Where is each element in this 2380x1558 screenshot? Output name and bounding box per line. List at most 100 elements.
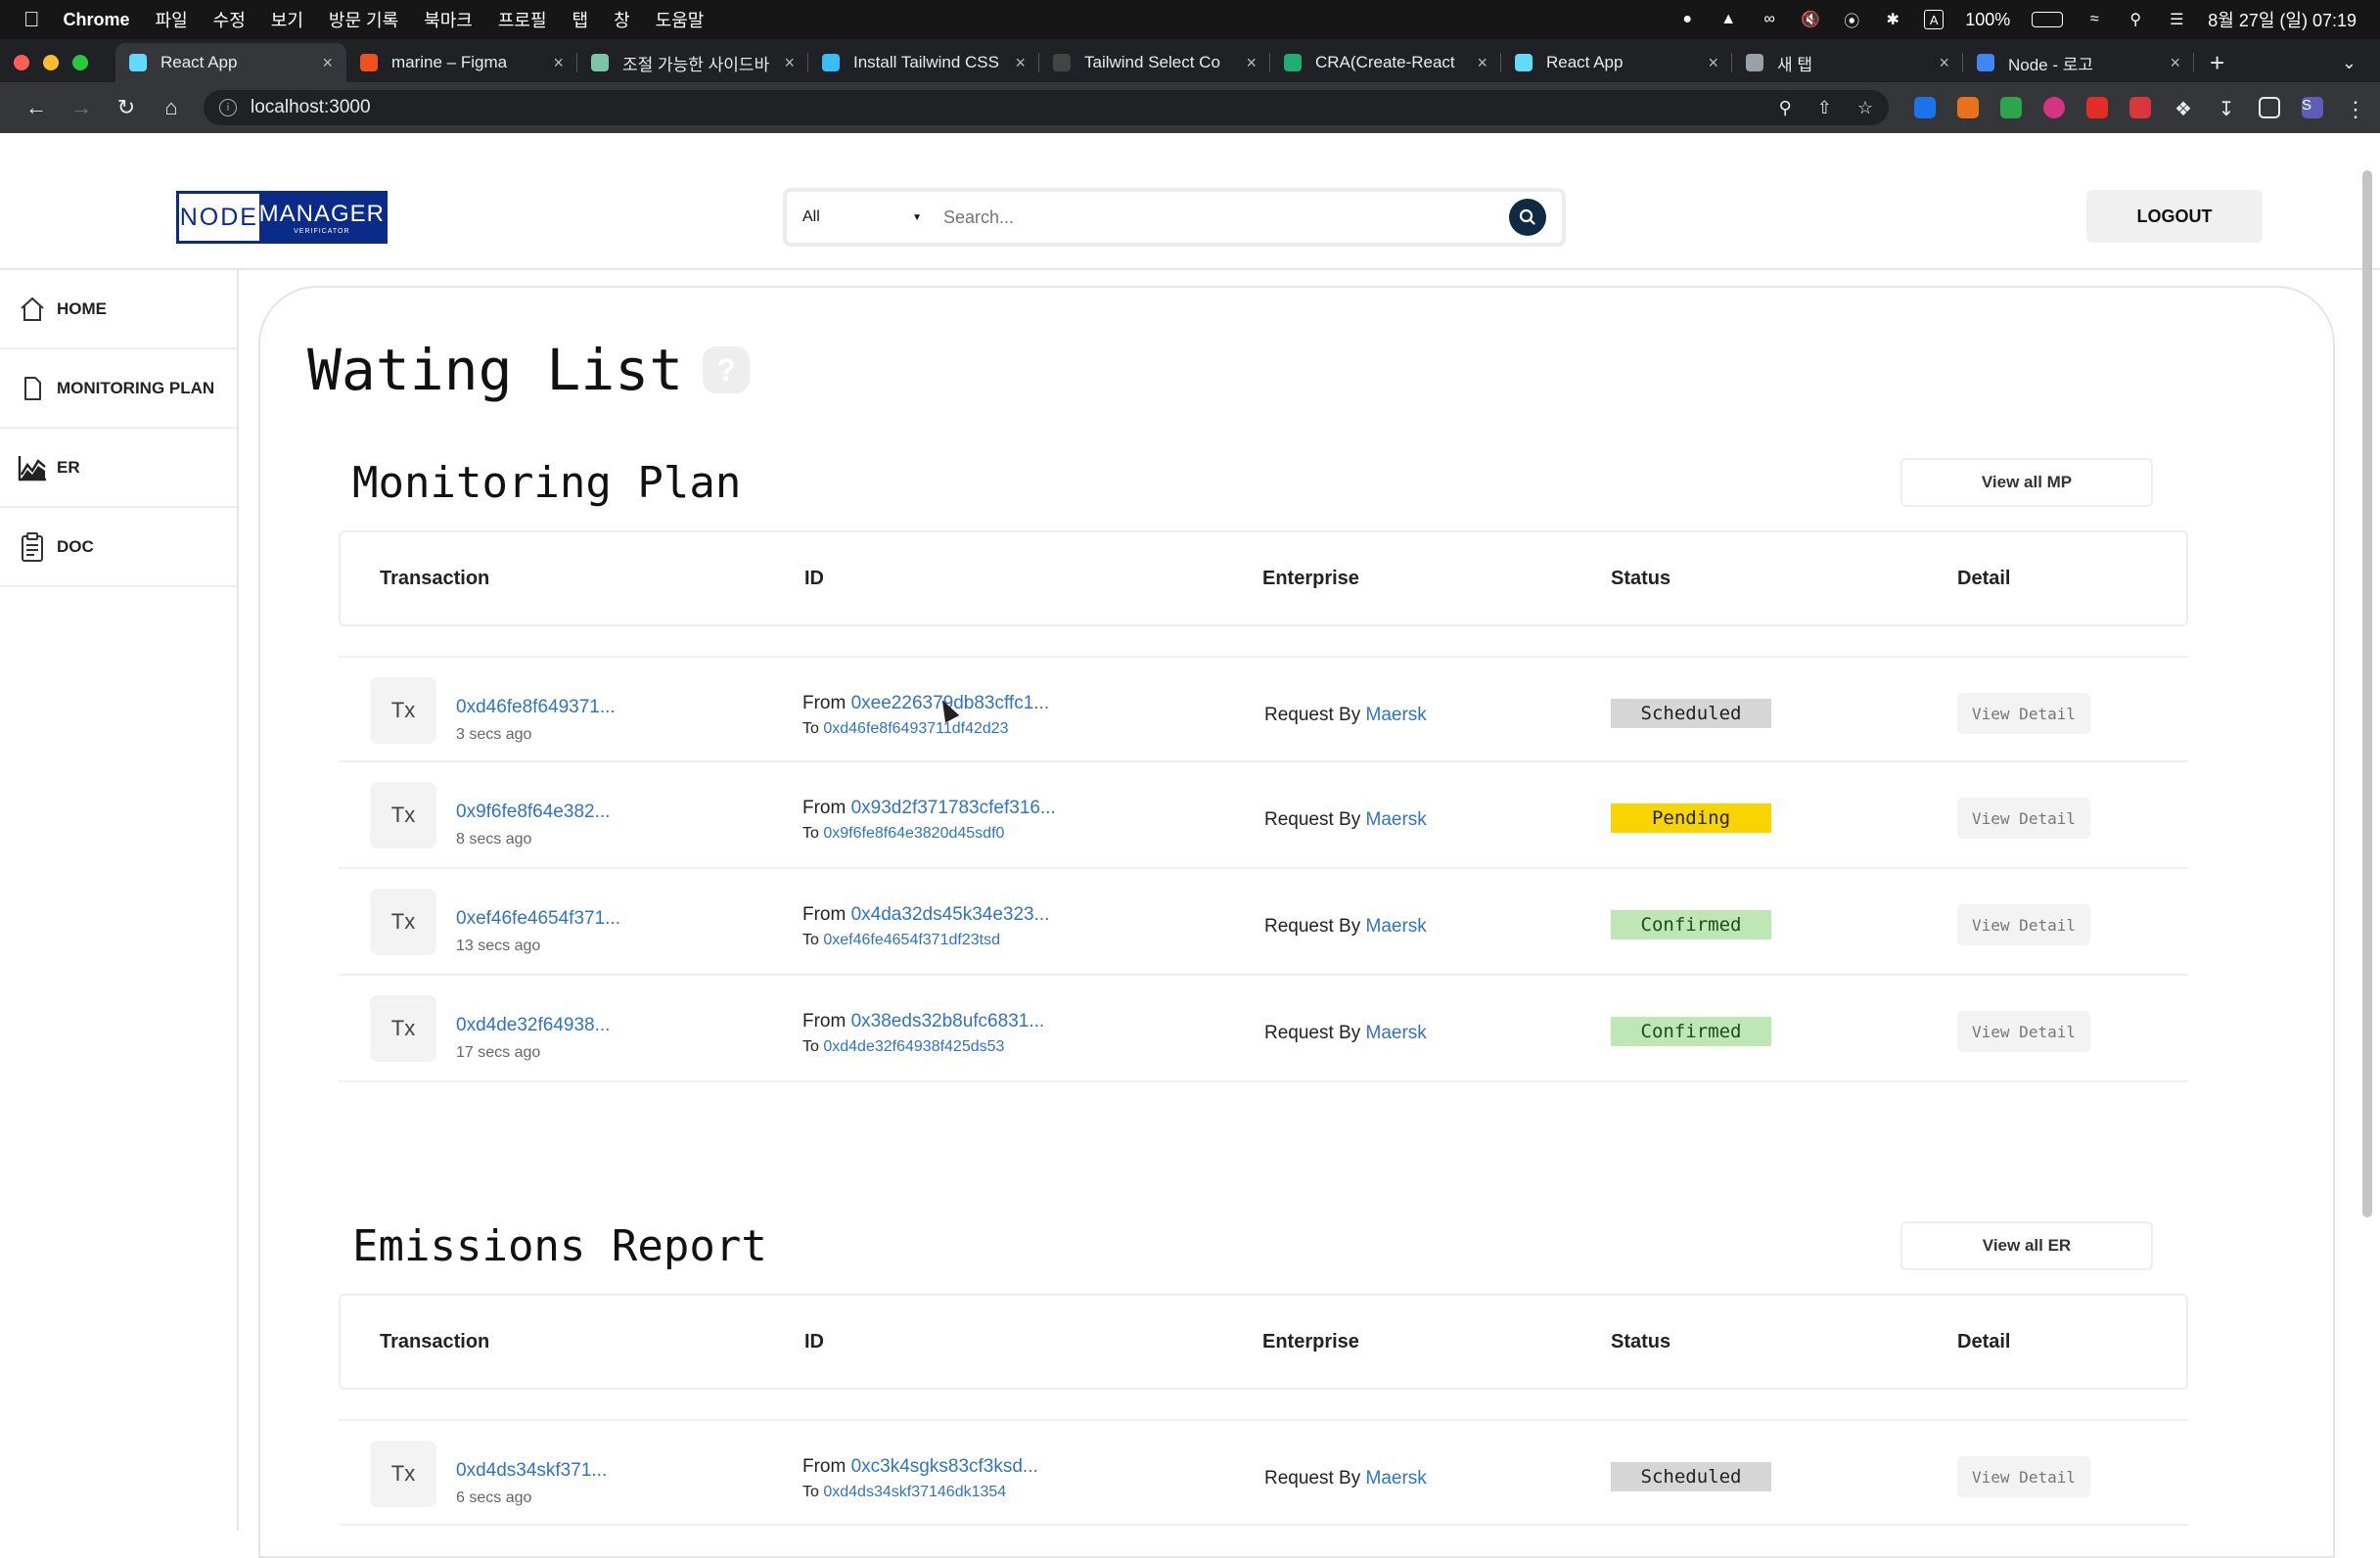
side-panel-icon[interactable]	[2259, 97, 2280, 118]
sidebar-item-er[interactable]: ER	[0, 429, 237, 508]
to-address-link[interactable]: 0xd4ds34skf37146dk1354	[823, 1484, 1006, 1500]
back-arrow-icon[interactable]: ←	[14, 95, 59, 120]
extension-1password-icon[interactable]	[1914, 97, 1936, 118]
from-address-link[interactable]: 0xc3k4sgks83cf3ksd...	[851, 1456, 1038, 1477]
address-bar[interactable]: i localhost:3000 ⚲ ⇧ ☆	[204, 90, 1889, 125]
menu-app-name[interactable]: Chrome	[64, 10, 130, 30]
menu-item[interactable]: 파일	[156, 7, 188, 32]
help-icon[interactable]: ?	[703, 346, 751, 393]
extension-red-icon[interactable]	[2129, 97, 2151, 118]
menu-item[interactable]: 탭	[572, 7, 589, 32]
wifi-icon[interactable]: ≈	[2084, 10, 2104, 29]
tx-hash-link[interactable]: 0xd4ds34skf371...	[456, 1460, 607, 1482]
browser-tab[interactable]: 조절 가능한 사이드바 ×	[577, 43, 808, 82]
tab-close-icon[interactable]: ×	[1477, 53, 1488, 73]
profile-avatar[interactable]: S	[2302, 97, 2323, 118]
scrollbar-thumb[interactable]	[2362, 170, 2372, 1217]
view-detail-button[interactable]: View Detail	[1957, 693, 2090, 734]
browser-tab[interactable]: React App ×	[115, 43, 346, 82]
to-address-link[interactable]: 0x9f6fe8f64e3820d45sdf0	[823, 825, 1004, 842]
airdrop-icon[interactable]: ⦿	[1842, 10, 1861, 30]
tab-close-icon[interactable]: ×	[322, 53, 333, 73]
input-source-icon[interactable]: A	[1924, 10, 1945, 29]
tx-hash-link[interactable]: 0xef46fe4654f371...	[456, 908, 620, 930]
bluetooth-icon[interactable]: ✱	[1883, 10, 1902, 29]
browser-tab[interactable]: Tailwind Select Co ×	[1039, 43, 1270, 82]
bookmark-star-icon[interactable]: ☆	[1857, 98, 1873, 118]
extension-m-icon[interactable]	[2043, 97, 2065, 118]
tab-close-icon[interactable]: ×	[1708, 53, 1718, 73]
kebab-menu-icon[interactable]: ⋮	[2345, 97, 2366, 121]
glasses-icon[interactable]: ∞	[1760, 10, 1779, 29]
extensions-puzzle-icon[interactable]: ❖	[2173, 97, 2194, 120]
sidebar-item-monitoring-plan[interactable]: MONITORING PLAN	[0, 349, 237, 429]
to-address-link[interactable]: 0xd4de32f64938f425ds53	[823, 1038, 1004, 1055]
reload-icon[interactable]: ↻	[104, 95, 149, 120]
enterprise-link[interactable]: Maersk	[1366, 1468, 1427, 1489]
browser-tab[interactable]: 새 탭 ×	[1732, 43, 1963, 82]
to-address-link[interactable]: 0xef46fe4654f371df23tsd	[823, 932, 1000, 948]
tx-hash-link[interactable]: 0xd46fe8f649371...	[456, 697, 616, 718]
control-center-icon[interactable]: ☰	[2167, 10, 2186, 29]
extension-green-icon[interactable]	[2000, 97, 2022, 118]
browser-tab[interactable]: marine – Figma ×	[346, 43, 577, 82]
enterprise-link[interactable]: Maersk	[1366, 809, 1427, 830]
forward-arrow-icon[interactable]: →	[59, 95, 104, 120]
apple-icon[interactable]: 	[23, 7, 40, 32]
enterprise-link[interactable]: Maersk	[1366, 916, 1427, 937]
enterprise-link[interactable]: Maersk	[1366, 705, 1427, 725]
tx-hash-link[interactable]: 0x9f6fe8f64e382...	[456, 802, 610, 823]
tab-close-icon[interactable]: ×	[1246, 53, 1257, 73]
sidebar-item-home[interactable]: HOME	[0, 270, 237, 349]
url-text[interactable]: localhost:3000	[251, 97, 371, 118]
share-icon[interactable]: ⇧	[1817, 98, 1832, 118]
site-info-icon[interactable]: i	[219, 99, 237, 116]
browser-tab[interactable]: React App ×	[1501, 43, 1732, 82]
tab-close-icon[interactable]: ×	[1015, 53, 1026, 73]
search-button[interactable]	[1509, 199, 1546, 236]
tab-close-icon[interactable]: ×	[2170, 53, 2180, 73]
minimize-window-button[interactable]	[43, 55, 59, 70]
from-address-link[interactable]: 0x4da32ds45k34e323...	[851, 904, 1050, 925]
menu-item[interactable]: 북마크	[424, 7, 473, 32]
battery-icon[interactable]	[2032, 12, 2064, 27]
browser-tab[interactable]: Install Tailwind CSS ×	[808, 43, 1039, 82]
node-manager-logo[interactable]: NODE MANAGER VERIFICATOR	[176, 191, 388, 244]
search-input[interactable]	[943, 206, 1509, 228]
menu-item[interactable]: 프로필	[498, 7, 547, 32]
browser-tab[interactable]: Node - 로고 ×	[1963, 43, 2194, 82]
zoom-window-button[interactable]	[72, 55, 88, 70]
search-category-select[interactable]: All ▼	[802, 208, 930, 226]
to-address-link[interactable]: 0xd46fe8f6493711df42d23	[823, 720, 1008, 737]
menubar-clock[interactable]: 8월 27일 (일) 07:19	[2208, 7, 2357, 32]
extension-youtube-icon[interactable]	[2086, 97, 2108, 118]
extension-ex-icon[interactable]	[1957, 97, 1979, 118]
view-detail-button[interactable]: View Detail	[1957, 798, 2090, 839]
view-all-er-button[interactable]: View all ER	[1900, 1221, 2153, 1270]
page-scrollbar[interactable]	[2362, 164, 2372, 1531]
menu-item[interactable]: 보기	[271, 7, 303, 32]
spotlight-icon[interactable]: ⚲	[2126, 10, 2145, 29]
sidebar-item-doc[interactable]: DOC	[0, 508, 237, 587]
from-address-link[interactable]: 0x93d2f371783cfef316...	[851, 798, 1056, 818]
view-detail-button[interactable]: View Detail	[1957, 1011, 2090, 1052]
menu-item[interactable]: 방문 기록	[329, 7, 398, 32]
mute-icon[interactable]: 🔇	[1801, 10, 1820, 29]
home-button-icon[interactable]: ⌂	[149, 95, 194, 120]
drive-icon[interactable]: ▲	[1718, 10, 1738, 29]
menu-item[interactable]: 도움말	[656, 7, 705, 32]
view-detail-button[interactable]: View Detail	[1957, 904, 2090, 945]
zoom-icon[interactable]: ⚲	[1779, 98, 1792, 118]
enterprise-link[interactable]: Maersk	[1366, 1023, 1427, 1043]
tab-search-chevron-icon[interactable]: ⌄	[2342, 53, 2357, 73]
view-all-mp-button[interactable]: View all MP	[1900, 458, 2153, 507]
tab-close-icon[interactable]: ×	[553, 53, 564, 73]
menu-item[interactable]: 창	[614, 7, 630, 32]
new-tab-button[interactable]: +	[2210, 43, 2224, 82]
tx-hash-link[interactable]: 0xd4de32f64938...	[456, 1015, 610, 1036]
from-address-link[interactable]: 0x38eds32b8ufc6831...	[851, 1011, 1045, 1031]
view-detail-button[interactable]: View Detail	[1957, 1456, 2090, 1497]
downloads-icon[interactable]: ↧	[2216, 97, 2237, 120]
logout-button[interactable]: LOGOUT	[2086, 190, 2263, 243]
close-window-button[interactable]	[14, 55, 29, 70]
